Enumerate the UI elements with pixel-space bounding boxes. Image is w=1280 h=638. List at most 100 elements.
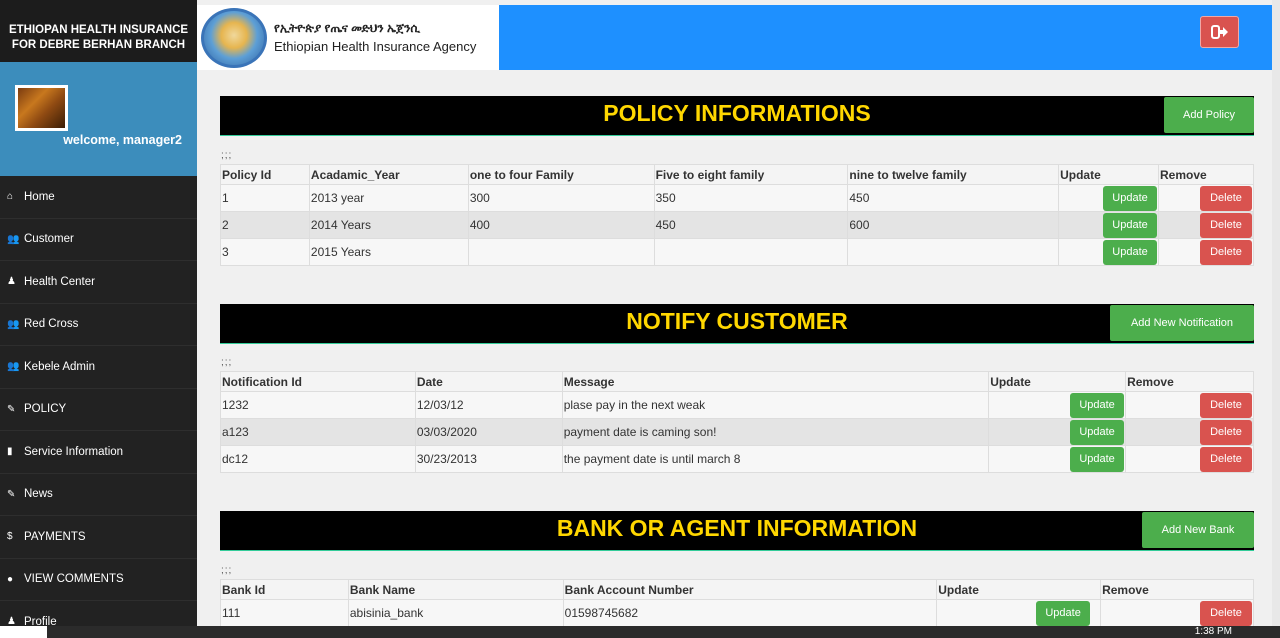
table-cell: 400 [467,211,655,239]
agency-logo [201,7,267,68]
table-cell: 03/03/2020 [414,418,563,446]
users-icon: 👥 [7,233,20,245]
sidebar-item-service-information[interactable]: ▮ Service Information [0,431,197,474]
book-icon: ▮ [7,446,13,458]
taskbar-clock: 1:38 PM [1194,626,1232,637]
column-header: Remove [1158,164,1254,185]
column-header: Remove [1100,579,1254,600]
sidebar-item-label: Service Information [24,445,124,458]
column-header: one to four Family [467,164,655,185]
delete-button[interactable]: Delete [1200,212,1252,238]
table-cell: 1 [220,184,310,212]
notify-header: NOTIFY CUSTOMER Add New Notification [220,304,1254,344]
delete-button[interactable]: Delete [1200,239,1252,265]
table-cell: 350 [653,184,849,212]
avatar[interactable] [15,85,68,131]
delete-button[interactable]: Delete [1200,392,1252,418]
table-cell: 300 [467,184,655,212]
sidebar-item-kebele-admin[interactable]: 👥 Kebele Admin [0,346,197,389]
notify-separator: ;;; [221,357,233,368]
table-cell [467,238,655,266]
agency-name-english: Ethiopian Health Insurance Agency [274,39,477,54]
table-cell: 2015 Years [308,238,469,266]
add-policy-button[interactable]: Add Policy [1164,97,1254,133]
table-cell: 12/03/12 [414,391,563,419]
update-button[interactable]: Update [1103,212,1158,238]
delete-button[interactable]: Delete [1200,600,1252,626]
update-button[interactable]: Update [1070,392,1125,418]
sidebar-item-news[interactable]: ✎ News [0,474,197,516]
sidebar-item-label: Red Cross [24,318,79,331]
table-cell: 2013 year [308,184,469,212]
policy-table: Policy Id Acadamic_Year one to four Family… [220,164,1254,266]
sidebar-item-customer[interactable]: 👥 Customer [0,219,197,261]
sidebar-item-label: Home [24,190,55,203]
table-cell [653,238,849,266]
table-row: 1 2013 year 300 350 450 Update Delete [220,184,1254,212]
sidebar-item-home[interactable]: ⌂ Home [0,176,197,219]
bank-separator: ;;; [221,565,233,576]
sidebar-item-payments[interactable]: $ PAYMENTS [0,516,197,559]
table-cell: 600 [847,211,1060,239]
update-button[interactable]: Update [1036,600,1091,626]
logout-button[interactable] [1200,16,1239,48]
table-row: 1232 12/03/12 plase pay in the next weak Up… [220,391,1254,419]
column-header: nine to twelve family [847,164,1060,185]
table-cell: the payment date is until march 8 [561,445,990,473]
agency-logo-box: የኢትዮጵያ የጤና መድህን ኤጀንሲ Ethiopian Health In… [197,5,499,70]
sidebar-item-view-comments[interactable]: ● VIEW COMMENTS [0,559,197,601]
delete-button[interactable]: Delete [1200,419,1252,445]
sidebar-item-label: POLICY [24,403,67,416]
column-header: Notification Id [220,371,416,392]
column-header: Five to eight family [653,164,849,185]
user-icon: ♟ [7,276,16,288]
column-header: Date [414,371,563,392]
table-cell: 2014 Years [308,211,469,239]
update-button[interactable]: Update [1103,185,1158,211]
page-scrollbar[interactable] [1272,0,1280,628]
agency-name-amharic: የኢትዮጵያ የጤና መድህን ኤጀንሲ [274,21,420,35]
edit-icon: ✎ [7,403,16,415]
sidebar-item-label: PAYMENTS [24,530,86,543]
brand-line-1: ETHIOPAN HEALTH INSURANCE [8,24,189,36]
sidebar-item-label: Customer [24,233,74,246]
delete-button[interactable]: Delete [1200,185,1252,211]
table-cell: 1232 [220,391,416,419]
sidebar-item-health-center[interactable]: ♟ Health Center [0,261,197,304]
column-header: Remove [1125,371,1254,392]
table-cell: 450 [653,211,849,239]
taskbar: 1:38 PM [47,626,1280,638]
table-cell: a123 [220,418,416,446]
table-cell: payment date is caming son! [561,418,990,446]
column-header: Update [936,579,1102,600]
table-cell: abisinia_bank [347,599,564,627]
table-row: 2 2014 Years 400 450 600 Update Delete [220,211,1254,239]
sidebar-item-label: News [24,488,53,501]
bank-header: BANK OR AGENT INFORMATION Add New Bank [220,511,1254,551]
update-button[interactable]: Update [1103,239,1158,265]
table-row: dc12 30/23/2013 the payment date is until … [220,445,1254,473]
profile-panel: welcome, manager2 [0,62,197,176]
sidebar: ETHIOPAN HEALTH INSURANCE FOR DEBRE BERH… [0,0,197,638]
sign-out-icon [1210,25,1228,39]
sidebar-item-policy[interactable]: ✎ POLICY [0,389,197,431]
add-notification-button[interactable]: Add New Notification [1110,305,1254,341]
add-bank-button[interactable]: Add New Bank [1142,512,1254,548]
table-row: 3 2015 Years Update Delete [220,238,1254,266]
sidebar-item-label: Health Center [24,275,95,288]
column-header: Bank Id [220,579,349,600]
column-header: Bank Name [347,579,564,600]
table-cell: 01598745682 [562,599,938,627]
column-header: Bank Account Number [562,579,938,600]
update-button[interactable]: Update [1070,419,1125,445]
column-header: Update [988,371,1127,392]
policy-header: POLICY INFORMATIONS Add Policy [220,96,1254,136]
welcome-text: welcome, manager2 [63,133,182,147]
table-cell [847,238,1060,266]
column-header: Update [1058,164,1160,185]
update-button[interactable]: Update [1070,446,1125,472]
sidebar-item-red-cross[interactable]: 👥 Red Cross [0,304,197,346]
table-cell: 111 [220,599,349,627]
table-cell: dc12 [220,445,416,473]
delete-button[interactable]: Delete [1200,446,1252,472]
